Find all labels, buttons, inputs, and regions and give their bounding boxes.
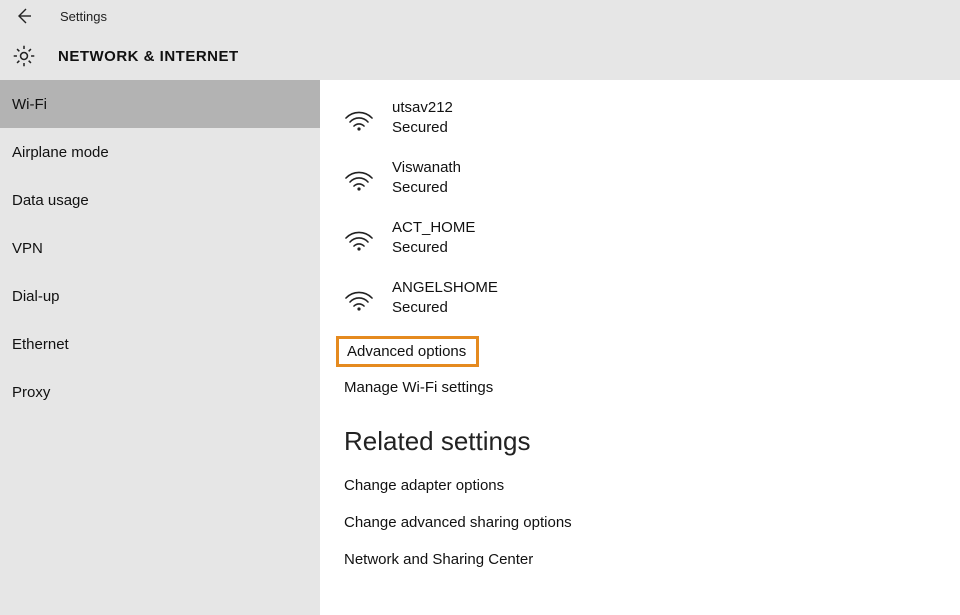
sidebar-item-label: Dial-up [12,288,60,305]
titlebar: Settings [0,0,960,32]
titlebar-title: Settings [60,9,107,24]
body: Wi-Fi Airplane mode Data usage VPN Dial-… [0,80,960,615]
advanced-options-link[interactable]: Advanced options [347,343,466,360]
settings-window: Settings NETWORK & INTERNET Wi-Fi Airpla… [0,0,960,615]
sidebar-item-dial-up[interactable]: Dial-up [0,272,320,320]
content-pane: utsav212 Secured Viswanath Secured [320,80,960,615]
wifi-network-status: Secured [392,238,475,258]
wifi-network-status: Secured [392,178,461,198]
gear-icon [10,42,38,70]
manage-wifi-settings-link[interactable]: Manage Wi-Fi settings [344,371,493,404]
sidebar: Wi-Fi Airplane mode Data usage VPN Dial-… [0,80,320,615]
sidebar-item-label: Proxy [12,384,50,401]
wifi-network-text: ACT_HOME Secured [392,218,475,258]
wifi-network-item[interactable]: ACT_HOME Secured [344,210,960,270]
sidebar-item-wifi[interactable]: Wi-Fi [0,80,320,128]
sidebar-item-airplane-mode[interactable]: Airplane mode [0,128,320,176]
wifi-network-item[interactable]: ANGELSHOME Secured [344,270,960,330]
related-settings-heading: Related settings [344,426,960,457]
change-adapter-options-link[interactable]: Change adapter options [344,467,960,504]
page-heading: NETWORK & INTERNET [58,48,239,65]
advanced-options-highlight: Advanced options [336,336,479,367]
wifi-icon [344,285,374,311]
wifi-network-name: ACT_HOME [392,218,475,238]
wifi-network-status: Secured [392,118,453,138]
sidebar-item-label: Airplane mode [12,144,109,161]
wifi-icon [344,165,374,191]
sidebar-item-data-usage[interactable]: Data usage [0,176,320,224]
wifi-network-text: Viswanath Secured [392,158,461,198]
wifi-network-item[interactable]: Viswanath Secured [344,150,960,210]
back-arrow-icon [14,6,34,26]
wifi-network-text: utsav212 Secured [392,98,453,138]
wifi-network-name: Viswanath [392,158,461,178]
sidebar-item-vpn[interactable]: VPN [0,224,320,272]
sidebar-item-label: Data usage [12,192,89,209]
change-advanced-sharing-link[interactable]: Change advanced sharing options [344,504,960,541]
sidebar-item-ethernet[interactable]: Ethernet [0,320,320,368]
wifi-network-status: Secured [392,298,498,318]
sidebar-item-label: Wi-Fi [12,96,47,113]
wifi-network-name: utsav212 [392,98,453,118]
page-header: NETWORK & INTERNET [0,32,960,80]
sidebar-item-proxy[interactable]: Proxy [0,368,320,416]
wifi-network-item[interactable]: utsav212 Secured [344,90,960,150]
wifi-icon [344,225,374,251]
back-button[interactable] [8,0,40,32]
wifi-icon [344,105,374,131]
network-sharing-center-link[interactable]: Network and Sharing Center [344,541,960,578]
wifi-network-text: ANGELSHOME Secured [392,278,498,318]
sidebar-item-label: Ethernet [12,336,69,353]
sidebar-item-label: VPN [12,240,43,257]
wifi-network-name: ANGELSHOME [392,278,498,298]
